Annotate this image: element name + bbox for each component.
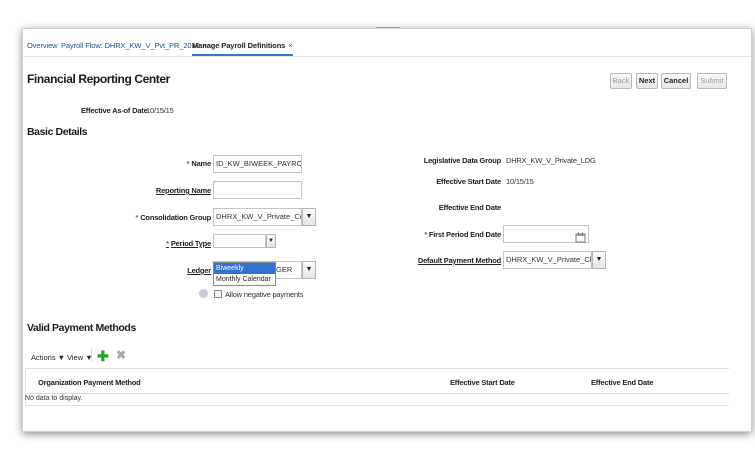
delete-icon[interactable]: ✖ [116, 348, 126, 362]
valid-payment-methods-heading: Valid Payment Methods [27, 322, 136, 334]
no-data-message: No data to display. [25, 395, 83, 402]
reporting-name-input[interactable] [213, 181, 302, 199]
tab-payroll-flow[interactable]: Payroll Flow: DHRX_KW_V_Pvt_PR_2010 × [61, 41, 207, 50]
close-icon[interactable]: × [288, 41, 292, 50]
chevron-down-icon[interactable]: ▼ [302, 261, 316, 279]
effective-date-label: Effective As-of Date [81, 106, 148, 115]
tab-label: Manage Payroll Definitions [192, 41, 286, 50]
period-type-select[interactable] [213, 234, 266, 248]
option-monthly-calendar[interactable]: Monthly Calendar [214, 274, 275, 285]
next-button[interactable]: Next [636, 73, 658, 89]
name-input[interactable]: ID_KW_BIWEEK_PAYROLL [213, 155, 302, 173]
calendar-icon[interactable] [575, 232, 587, 243]
consolidation-group-label: * Consolidation Group [123, 213, 212, 222]
effective-date-value: 10/15/15 [146, 106, 174, 115]
view-menu[interactable]: View ▼ [67, 353, 93, 362]
allow-negative-label: Allow negative payments [225, 290, 304, 299]
toolbar-divider [91, 349, 92, 362]
consolidation-group-input[interactable]: DHRX_KW_V_Private_Consoli [213, 208, 302, 226]
required-icon: * [424, 230, 427, 239]
first-period-end-label: * First Period End Date [403, 230, 501, 239]
page-title: Financial Reporting Center [27, 72, 170, 86]
reporting-name-label: Reporting Name [155, 186, 211, 195]
chevron-down-icon[interactable]: ▼ [266, 234, 276, 248]
tab-overview[interactable]: Overview [27, 41, 58, 50]
actions-menu[interactable]: Actions ▼ [31, 353, 65, 362]
cancel-button[interactable]: Cancel [661, 73, 691, 89]
submit-button[interactable]: Submit [697, 73, 727, 89]
back-button[interactable]: Back [610, 73, 632, 89]
required-icon: * [166, 239, 169, 248]
consolidation-group-label-text: Consolidation Group [140, 213, 211, 222]
first-period-end-label-text: First Period End Date [428, 230, 501, 239]
table-header: Organization Payment Method Effective St… [26, 369, 729, 394]
chevron-down-icon[interactable]: ▼ [302, 208, 316, 226]
period-type-label: * Period Type [143, 239, 211, 248]
plus-icon[interactable]: ✚ [97, 348, 109, 365]
payment-methods-table: Organization Payment Method Effective St… [25, 368, 729, 406]
basic-details-heading: Basic Details [27, 126, 88, 138]
app-window: Overview Payroll Flow: DHRX_KW_V_Pvt_PR_… [22, 28, 752, 432]
effective-start-value: 10/15/15 [506, 177, 534, 186]
tab-bar: Overview Payroll Flow: DHRX_KW_V_Pvt_PR_… [23, 37, 751, 57]
legislative-group-value: DHRX_KW_V_Private_LDG [506, 156, 596, 165]
column-effective-start-date[interactable]: Effective Start Date [450, 378, 515, 387]
default-payment-input[interactable]: DHRX_KW_V_Private_Cheque [503, 251, 592, 269]
allow-negative-checkbox[interactable] [214, 290, 222, 298]
required-icon: * [186, 159, 190, 168]
info-icon [199, 289, 208, 298]
effective-start-label: Effective Start Date [436, 177, 501, 186]
period-type-label-text: Period Type [170, 239, 211, 248]
tab-label: Payroll Flow: DHRX_KW_V_Pvt_PR_2010 [61, 41, 200, 50]
column-organization-payment-method[interactable]: Organization Payment Method [38, 378, 141, 387]
chevron-down-icon[interactable]: ▼ [592, 251, 606, 269]
tab-label: Overview [27, 41, 58, 50]
required-icon: * [135, 213, 139, 222]
name-label: * Name [143, 159, 212, 168]
legislative-group-label: Legislative Data Group [423, 156, 501, 165]
ledger-label: Ledger [187, 266, 211, 275]
tab-manage-payroll-definitions[interactable]: Manage Payroll Definitions × [192, 41, 293, 56]
default-payment-label: Default Payment Method [417, 256, 501, 265]
name-label-text: Name [191, 159, 211, 168]
effective-end-label: Effective End Date [438, 203, 501, 212]
option-biweekly[interactable]: Biweekly [214, 263, 275, 274]
period-type-dropdown: Biweekly Monthly Calendar [213, 262, 276, 286]
column-effective-end-date[interactable]: Effective End Date [591, 378, 653, 387]
